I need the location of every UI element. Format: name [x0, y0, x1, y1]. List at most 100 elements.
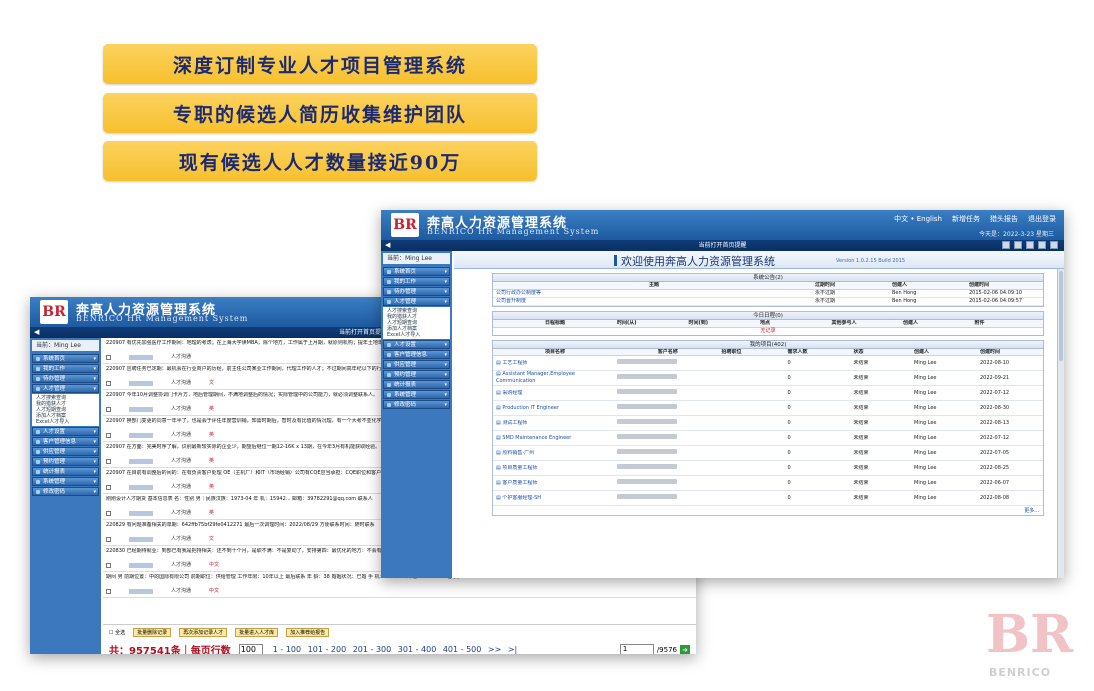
help-icon[interactable]	[1050, 241, 1058, 249]
project-row[interactable]: ▤ 原料销售-广州 0 未结束 Ming Lee 2022-07-05	[493, 446, 1043, 461]
re-add-button[interactable]: 再次添加记录人才	[179, 628, 228, 637]
project-row[interactable]: ▤ Assistant Manager,Employee Communicati…	[493, 371, 1043, 386]
headcount: 0	[787, 389, 791, 396]
col-creator: 创建人	[892, 282, 908, 288]
record-checkbox[interactable]	[106, 433, 111, 438]
batch-import-button[interactable]: 批量进入人才库	[235, 628, 279, 637]
add-report-button[interactable]: 加入推荐给报告	[286, 628, 330, 637]
page-link[interactable]: 401 - 500	[443, 645, 482, 654]
menu-system[interactable]: 系统管理	[383, 390, 450, 399]
menu-my-work[interactable]: 我的工作	[32, 364, 99, 373]
candidate-name-redacted	[129, 589, 153, 594]
page-link[interactable]: 201 - 300	[353, 645, 392, 654]
project-name[interactable]: ▤ 采购经理	[493, 390, 614, 397]
project-name[interactable]: ▤ 客户质量工程师	[493, 480, 614, 487]
project-name[interactable]: ▤ Assistant Manager,Employee Communicati…	[493, 371, 614, 385]
notice-row[interactable]: 公司行政办公制度等 永不过期 Ben Hong 2015-02-06 04:09…	[493, 290, 1043, 298]
creator: Ming Lee	[914, 494, 937, 501]
menu-talent-settings[interactable]: 人才设置	[32, 427, 99, 436]
record-checkbox[interactable]	[106, 563, 111, 568]
menu-booking[interactable]: 预约管理	[32, 457, 99, 466]
menu-talent[interactable]: 人才管理	[32, 384, 99, 393]
refresh-icon[interactable]	[1014, 241, 1022, 249]
print-icon[interactable]	[1002, 241, 1010, 249]
record-checkbox[interactable]	[106, 537, 111, 542]
page-link[interactable]: 101 - 200	[308, 645, 347, 654]
language-switch[interactable]: 中文 • English	[894, 214, 942, 224]
menu-supply[interactable]: 供应管理	[32, 447, 99, 456]
record-checkbox[interactable]	[106, 485, 111, 490]
menu-talent-settings[interactable]: 人才设置	[383, 340, 450, 349]
next-pages-link[interactable]: >>	[488, 645, 501, 654]
project-row[interactable]: ▤ 客户质量工程师 0 未结束 Ming Lee 2022-06-07	[493, 476, 1043, 491]
vertical-scrollbar[interactable]	[1057, 269, 1064, 578]
menu-reports[interactable]: 统计报表	[32, 467, 99, 476]
record-checkbox[interactable]	[106, 355, 111, 360]
page-link[interactable]: 301 - 400	[398, 645, 437, 654]
project-name[interactable]: ▤ SMD Maintenance Engineer	[493, 435, 614, 442]
project-row[interactable]: ▤ 项目质量工程师 0 未结束 Ming Lee 2022-08-25	[493, 461, 1043, 476]
goto-page-input[interactable]: 1	[619, 644, 654, 654]
project-row[interactable]: ▤ 采购经理 0 未结束 Ming Lee 2022-07-12	[493, 386, 1043, 401]
candidate-name-redacted	[129, 537, 153, 542]
page-link[interactable]: 1 - 100	[273, 645, 301, 654]
select-all-checkbox[interactable]: ☐ 全选	[109, 629, 125, 636]
back-icon[interactable]	[1026, 241, 1034, 249]
menu-supply[interactable]: 供应管理	[383, 360, 450, 369]
menu-client[interactable]: 客户管理信息	[383, 350, 450, 359]
menu-client[interactable]: 客户管理信息	[32, 437, 99, 446]
feature-banner-2: 专职的候选人简历收集维护团队	[103, 93, 537, 133]
menu-home[interactable]: 系统首页	[32, 354, 99, 363]
submenu-excel[interactable]: Excel人才导入	[387, 332, 446, 338]
project-name[interactable]: ▤ Production IT Engineer	[493, 405, 614, 412]
forward-icon[interactable]	[1038, 241, 1046, 249]
notice-subject[interactable]: 公司行政办公制度等	[493, 290, 812, 297]
record-lang: 英	[209, 406, 215, 412]
go-arrow-icon[interactable]: ➜	[680, 644, 690, 654]
menu-my-work[interactable]: 我的工作	[383, 277, 450, 286]
record-checkbox[interactable]	[106, 459, 111, 464]
project-row[interactable]: ▤ 个护客服经理-SH 0 未结束 Ming Lee 2022-08-08	[493, 491, 1043, 506]
project-name[interactable]: ▤ 项目质量工程师	[493, 465, 614, 472]
collapse-arrow-icon[interactable]: ◀	[34, 327, 39, 338]
creator: Ming Lee	[914, 374, 937, 381]
total-count: 共：957541条｜每页行数	[109, 646, 231, 654]
menu-todo[interactable]: 待办管理	[383, 287, 450, 296]
more-projects-link[interactable]: 更多...	[493, 506, 1043, 515]
menu-booking[interactable]: 预约管理	[383, 370, 450, 379]
project-row[interactable]: ▤ SMD Maintenance Engineer 0 未结束 Ming Lee 20…	[493, 431, 1043, 446]
project-name[interactable]: ▤ 个护客服经理-SH	[493, 495, 614, 502]
headcount: 0	[787, 359, 791, 366]
headcount: 0	[787, 404, 791, 411]
project-name[interactable]: ▤ 测试工程师	[493, 420, 614, 427]
created-date: 2022-08-10	[980, 359, 1010, 366]
last-page-link[interactable]: >|	[508, 645, 517, 654]
record-checkbox[interactable]	[106, 589, 111, 594]
menu-home[interactable]: 系统首页	[383, 267, 450, 276]
batch-delete-button[interactable]: 批量删除记录	[133, 628, 172, 637]
record-checkbox[interactable]	[106, 381, 111, 386]
menu-password[interactable]: 修改密码	[32, 487, 99, 496]
notice-subject[interactable]: 公司晋升制度	[493, 298, 812, 305]
new-task-link[interactable]: 新增任务	[952, 214, 980, 224]
project-name[interactable]: ▤ 工艺工程师	[493, 360, 614, 367]
notice-row[interactable]: 公司晋升制度 永不过期 Ben Hong 2015-02-06 04:09:57	[493, 298, 1043, 306]
menu-reports[interactable]: 统计报表	[383, 380, 450, 389]
record-checkbox[interactable]	[106, 407, 111, 412]
menu-todo[interactable]: 待办管理	[32, 374, 99, 383]
collapse-arrow-icon[interactable]: ◀	[385, 240, 390, 251]
project-row[interactable]: ▤ Production IT Engineer 0 未结束 Ming Lee 2022…	[493, 401, 1043, 416]
record-tag: 人才沟通	[171, 510, 192, 516]
record-checkbox[interactable]	[106, 511, 111, 516]
page-size-input[interactable]: 100	[238, 644, 263, 654]
logout-link[interactable]: 退出登录	[1028, 214, 1056, 224]
submenu-excel[interactable]: Excel人才导入	[36, 419, 95, 425]
headhunt-report-link[interactable]: 猎头报告	[990, 214, 1018, 224]
menu-talent[interactable]: 人才管理	[383, 297, 450, 306]
welcome-header: 欢迎使用奔高人力资源管理系统 Version 1.0.2.15 Build 20…	[454, 251, 1064, 269]
project-row[interactable]: ▤ 工艺工程师 0 未结束 Ming Lee 2022-08-10	[493, 356, 1043, 371]
project-row[interactable]: ▤ 测试工程师 0 未结束 Ming Lee 2022-08-13	[493, 416, 1043, 431]
menu-system[interactable]: 系统管理	[32, 477, 99, 486]
menu-password[interactable]: 修改密码	[383, 400, 450, 409]
project-name[interactable]: ▤ 原料销售-广州	[493, 450, 614, 457]
